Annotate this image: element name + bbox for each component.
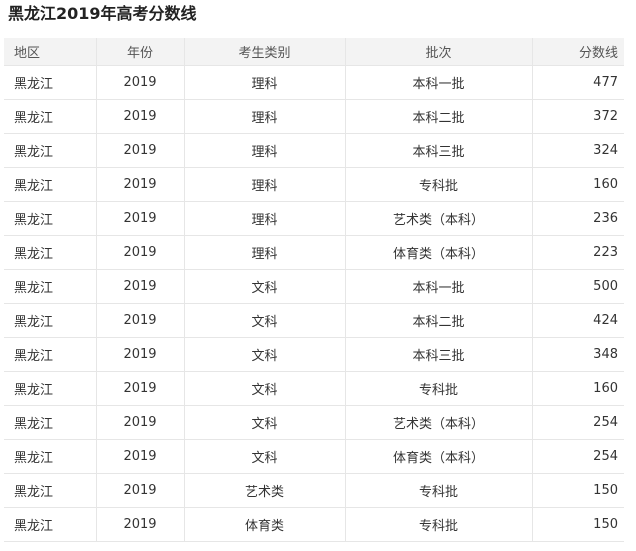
table-header: 地区 年份 考生类别 批次 分数线: [4, 38, 624, 66]
cell-category: 艺术类: [184, 473, 346, 508]
cell-category: 体育类: [184, 507, 346, 542]
cell-batch: 本科三批: [345, 337, 533, 372]
table-body: 黑龙江 2019 理科 本科一批 477 黑龙江 2019 理科 本科二批 372 黑龙江 2019 理…: [4, 65, 624, 542]
cell-region: 黑龙江: [4, 269, 97, 304]
table-row: 黑龙江 2019 理科 专科批 160: [4, 167, 624, 202]
cell-score: 223: [532, 235, 624, 270]
cell-batch: 本科一批: [345, 269, 533, 304]
table-row: 黑龙江 2019 文科 专科批 160: [4, 371, 624, 406]
cell-category: 理科: [184, 133, 346, 168]
cell-score: 372: [532, 99, 624, 134]
cell-score: 348: [532, 337, 624, 372]
cell-score: 160: [532, 167, 624, 202]
cell-year: 2019: [96, 235, 185, 270]
cell-batch: 本科二批: [345, 303, 533, 338]
cell-region: 黑龙江: [4, 235, 97, 270]
page-title: 黑龙江2019年高考分数线: [8, 4, 197, 23]
page: 黑龙江2019年高考分数线 地区 年份 考生类别 批次 分数线 黑龙江 2019 理…: [0, 0, 636, 551]
table-row: 黑龙江 2019 理科 本科二批 372: [4, 99, 624, 134]
cell-batch: 本科三批: [345, 133, 533, 168]
cell-score: 160: [532, 371, 624, 406]
cell-year: 2019: [96, 371, 185, 406]
cell-batch: 体育类（本科）: [345, 235, 533, 270]
score-table: 地区 年份 考生类别 批次 分数线 黑龙江 2019 理科 本科一批 477 黑龙江 201…: [4, 38, 624, 542]
cell-batch: 本科二批: [345, 99, 533, 134]
table-row: 黑龙江 2019 文科 体育类（本科） 254: [4, 439, 624, 474]
cell-region: 黑龙江: [4, 371, 97, 406]
cell-score: 254: [532, 439, 624, 474]
cell-category: 文科: [184, 337, 346, 372]
header-score: 分数线: [532, 38, 624, 66]
cell-year: 2019: [96, 201, 185, 236]
header-batch: 批次: [345, 38, 533, 66]
table-row: 黑龙江 2019 艺术类 专科批 150: [4, 473, 624, 508]
table-row: 黑龙江 2019 理科 本科三批 324: [4, 133, 624, 168]
cell-score: 500: [532, 269, 624, 304]
header-year: 年份: [96, 38, 185, 66]
cell-batch: 专科批: [345, 473, 533, 508]
cell-year: 2019: [96, 337, 185, 372]
cell-region: 黑龙江: [4, 167, 97, 202]
table-row: 黑龙江 2019 理科 本科一批 477: [4, 65, 624, 100]
cell-score: 324: [532, 133, 624, 168]
cell-batch: 体育类（本科）: [345, 439, 533, 474]
cell-region: 黑龙江: [4, 337, 97, 372]
cell-region: 黑龙江: [4, 507, 97, 542]
cell-year: 2019: [96, 133, 185, 168]
cell-score: 254: [532, 405, 624, 440]
cell-category: 文科: [184, 303, 346, 338]
cell-year: 2019: [96, 473, 185, 508]
cell-category: 文科: [184, 439, 346, 474]
cell-year: 2019: [96, 507, 185, 542]
cell-category: 理科: [184, 201, 346, 236]
cell-region: 黑龙江: [4, 65, 97, 100]
header-row: 地区 年份 考生类别 批次 分数线: [4, 38, 624, 66]
cell-score: 150: [532, 507, 624, 542]
cell-year: 2019: [96, 405, 185, 440]
cell-batch: 专科批: [345, 371, 533, 406]
header-region: 地区: [4, 38, 97, 66]
table-row: 黑龙江 2019 文科 本科二批 424: [4, 303, 624, 338]
cell-category: 文科: [184, 269, 346, 304]
cell-category: 理科: [184, 235, 346, 270]
table-row: 黑龙江 2019 文科 艺术类（本科） 254: [4, 405, 624, 440]
cell-year: 2019: [96, 303, 185, 338]
table-row: 黑龙江 2019 体育类 专科批 150: [4, 507, 624, 542]
cell-year: 2019: [96, 439, 185, 474]
table-row: 黑龙江 2019 文科 本科三批 348: [4, 337, 624, 372]
table-row: 黑龙江 2019 理科 体育类（本科） 223: [4, 235, 624, 270]
cell-score: 150: [532, 473, 624, 508]
cell-region: 黑龙江: [4, 473, 97, 508]
cell-category: 文科: [184, 371, 346, 406]
cell-batch: 专科批: [345, 507, 533, 542]
cell-batch: 艺术类（本科）: [345, 405, 533, 440]
cell-region: 黑龙江: [4, 405, 97, 440]
cell-score: 236: [532, 201, 624, 236]
cell-score: 424: [532, 303, 624, 338]
cell-region: 黑龙江: [4, 303, 97, 338]
cell-batch: 专科批: [345, 167, 533, 202]
cell-region: 黑龙江: [4, 99, 97, 134]
cell-category: 文科: [184, 405, 346, 440]
cell-region: 黑龙江: [4, 133, 97, 168]
cell-batch: 本科一批: [345, 65, 533, 100]
cell-category: 理科: [184, 65, 346, 100]
cell-year: 2019: [96, 65, 185, 100]
cell-category: 理科: [184, 167, 346, 202]
table-row: 黑龙江 2019 理科 艺术类（本科） 236: [4, 201, 624, 236]
cell-year: 2019: [96, 99, 185, 134]
header-category: 考生类别: [184, 38, 346, 66]
cell-batch: 艺术类（本科）: [345, 201, 533, 236]
cell-year: 2019: [96, 167, 185, 202]
cell-region: 黑龙江: [4, 201, 97, 236]
table-row: 黑龙江 2019 文科 本科一批 500: [4, 269, 624, 304]
cell-category: 理科: [184, 99, 346, 134]
cell-year: 2019: [96, 269, 185, 304]
cell-score: 477: [532, 65, 624, 100]
cell-region: 黑龙江: [4, 439, 97, 474]
